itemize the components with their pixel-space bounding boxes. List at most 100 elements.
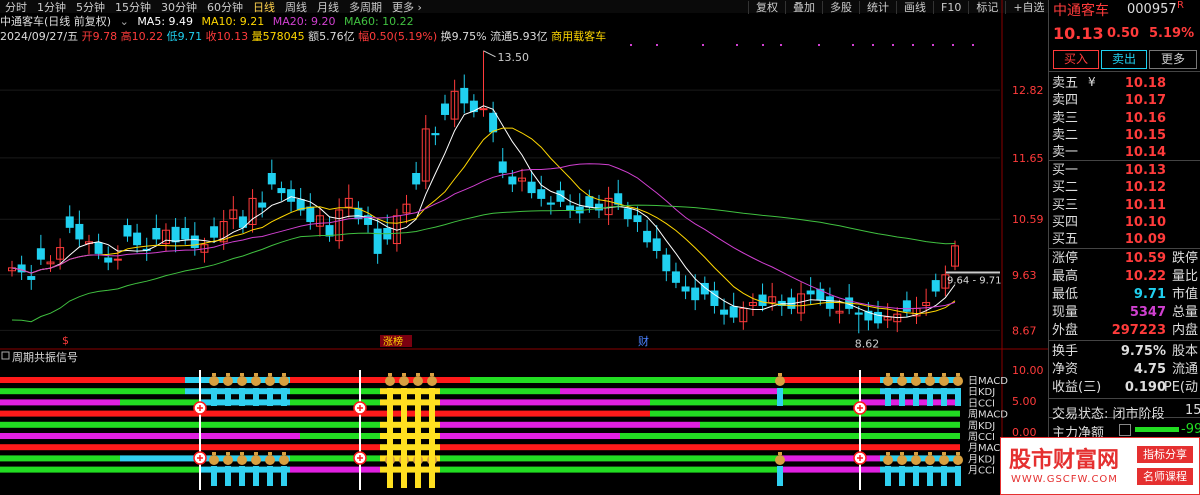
candle-body[interactable] [171,226,180,243]
stat-row[interactable]: 最低 9.71 市值 [1052,286,1198,303]
bid-row[interactable]: 买四 10.10 [1052,214,1198,231]
candle-body[interactable] [681,286,690,292]
ask-row-label: 卖一 [1052,145,1079,161]
candle-body[interactable] [190,235,199,249]
money-bag-top [268,373,272,376]
candle-body[interactable] [258,202,267,208]
money-bag-top [254,373,258,376]
candle-body[interactable] [614,193,623,205]
marker-dot [852,44,854,46]
candle-body[interactable] [643,230,652,243]
quote-sidebar: 中通客车 000957 R 10.13 0.50 5.19% 买入 卖出 更多 … [1048,0,1200,494]
candle-body[interactable] [854,312,863,315]
candle-body[interactable] [94,242,103,254]
candle-body[interactable] [874,311,883,324]
candle-body[interactable] [431,133,440,136]
candle-body[interactable] [412,173,421,185]
stat-row-label: 涨停 [1052,251,1079,266]
ask-row[interactable]: 卖五 10.18 [1052,75,1198,92]
candle-body[interactable] [489,112,498,133]
bid-row[interactable]: 买一 10.13 [1052,162,1198,179]
candle-body[interactable] [758,294,767,306]
candle-body[interactable] [277,188,286,194]
money-bag-top [388,373,392,376]
candle-body[interactable] [498,161,507,173]
settings-dropdown-icon[interactable]: ⌄ [120,15,129,28]
stat2-row[interactable]: 收益(三) 0.190 PE(动 [1052,379,1198,396]
candle-body[interactable] [671,271,680,283]
money-bag-icon [223,376,233,386]
signal-column [777,466,783,486]
candle-body[interactable] [566,205,575,211]
bar-low: 低9.71 [166,30,203,43]
candle-body[interactable] [75,223,84,240]
candle-body[interactable] [720,309,729,315]
stat-row[interactable]: 涨停 10.59 跌停 [1052,250,1198,267]
candle-body[interactable] [662,254,671,272]
candle-body[interactable] [508,176,517,185]
candle-body[interactable] [585,196,594,208]
signal-bar [780,444,960,451]
candle-body[interactable] [104,257,113,263]
candle-body[interactable] [123,225,132,237]
stat-row[interactable]: 最高 10.22 量比 [1052,268,1198,285]
candle-body[interactable] [27,276,36,280]
candle-body[interactable] [181,227,190,240]
stat-row[interactable]: 现量 5347 总量 [1052,304,1198,321]
candle-body[interactable] [546,202,555,205]
candle-body[interactable] [441,103,450,115]
candle-body[interactable] [623,208,632,220]
candle-body[interactable] [133,232,142,246]
stat-row-value: 10.22 [1124,269,1166,284]
watermark-tag2: 名师课程 [1137,468,1193,485]
candle-body[interactable] [691,287,700,301]
bid-row[interactable]: 买三 10.11 [1052,197,1198,214]
stat-row[interactable]: 外盘 297223 内盘 [1052,322,1198,339]
money-bag-icon [279,455,289,465]
candle-body[interactable] [287,189,296,202]
candle-body[interactable] [325,225,334,237]
candle-body[interactable] [373,228,382,254]
candle-body[interactable] [65,216,74,228]
candle-body[interactable] [306,206,315,223]
bar-change: 幅0.50(5.19%) [358,30,438,43]
stat2-row[interactable]: 净资 4.75 流通 [1052,361,1198,378]
candle-body[interactable] [931,280,940,292]
candle-body[interactable] [652,238,661,251]
money-bag-icon [897,376,907,386]
bid-row[interactable]: 买五 10.09 [1052,231,1198,248]
watermark-url: WWW.GSCFW.COM [1011,474,1118,485]
candle-body[interactable] [113,258,122,261]
stat2-row-value: 9.75% [1120,344,1166,359]
candle-body[interactable] [210,226,219,238]
candle-body[interactable] [729,306,738,318]
bid-row[interactable]: 买二 10.12 [1052,179,1198,196]
signal-column [885,388,891,406]
candle-body[interactable] [36,248,45,260]
ask-row[interactable]: 卖一 10.14 [1052,144,1198,161]
candle-body[interactable] [537,189,546,199]
candle-body[interactable] [902,300,911,312]
kline-chart[interactable]: 12.82 11.65 10.59 9.63 8.67 13.50 8.62 9.64 - 9… [0,0,1048,494]
candle-body[interactable] [460,87,469,104]
candle-body[interactable] [806,290,815,295]
stat2-row-extra: 股本 [1171,344,1198,359]
signal-bar [780,466,880,473]
candle-body[interactable] [267,173,276,185]
indicator-box-icon[interactable] [1,351,10,360]
candle-body[interactable] [527,181,536,194]
ask-row[interactable]: 卖二 10.15 [1052,127,1198,144]
money-bag-top [778,373,782,376]
candle-body[interactable] [479,108,488,111]
stat-row-value: 297223 [1111,323,1166,338]
candle-body[interactable] [633,215,642,223]
money-bag-icon [223,455,233,465]
main-flow-icon[interactable] [1119,424,1131,436]
stat2-row[interactable]: 换手 9.75% 股本 [1052,343,1198,360]
ask-row[interactable]: 卖三 10.16 [1052,110,1198,127]
indicator-axis-label: 10.00 [1012,364,1044,377]
signal-bar [880,466,960,473]
money-bag-top [778,452,782,455]
candle-body[interactable] [152,227,161,240]
ask-row[interactable]: 卖四 10.17 [1052,92,1198,109]
